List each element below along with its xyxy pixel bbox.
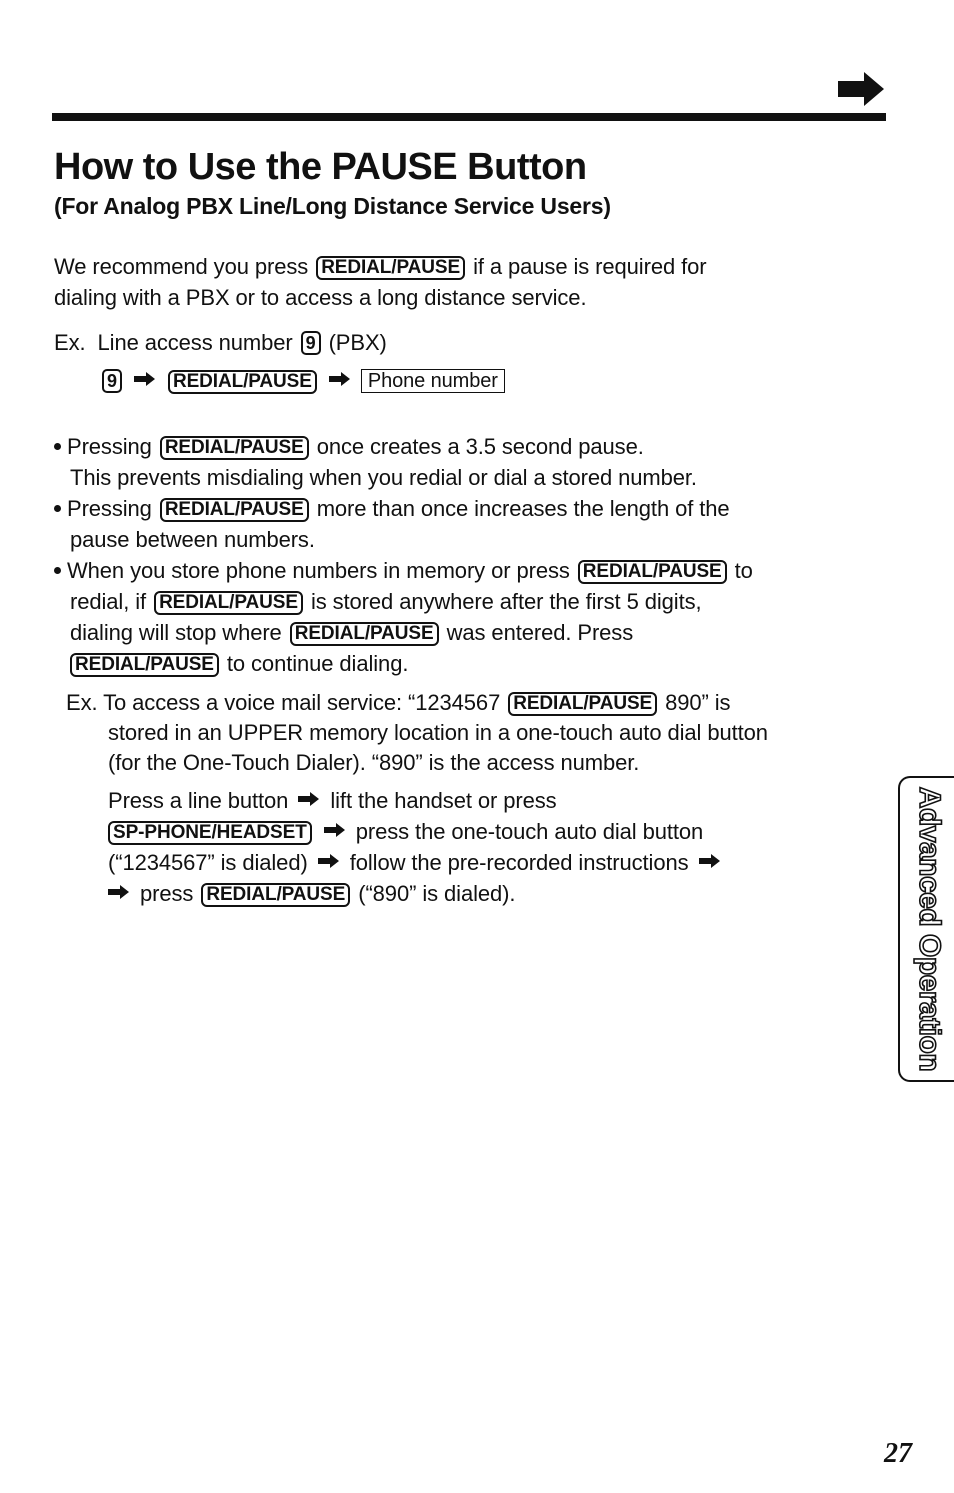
example1-sequence: 9 REDIAL/PAUSE Phone number <box>100 366 505 396</box>
bullet-1-line-1: Pressing REDIAL/PAUSE once creates a 3.5… <box>54 432 644 462</box>
text: (PBX) <box>328 330 387 355</box>
text: is stored anywhere after the first 5 dig… <box>310 589 702 614</box>
text: was entered. Press <box>446 620 634 645</box>
bullet-icon <box>54 505 61 512</box>
text: 890” is <box>665 690 731 715</box>
example2-step-line-2: SP-PHONE/HEADSET press the one-touch aut… <box>108 817 703 847</box>
bullet-1-line-2: This prevents misdialing when you redial… <box>70 465 697 490</box>
header-rule <box>52 113 886 121</box>
redial-pause-key: REDIAL/PAUSE <box>577 560 727 584</box>
text: Pressing <box>67 496 152 521</box>
text: more than once increases the length of t… <box>316 496 730 521</box>
text: When you store phone numbers in memory o… <box>67 558 570 583</box>
text: to continue dialing. <box>226 651 409 676</box>
text: redial, if <box>70 589 147 614</box>
page-subtitle: (For Analog PBX Line/Long Distance Servi… <box>54 193 611 219</box>
text: Pressing <box>67 434 152 459</box>
bullet-icon <box>54 443 61 450</box>
text: dialing will stop where <box>70 620 282 645</box>
section-side-tab-label: Advanced Operation <box>912 786 947 1072</box>
right-arrow-icon <box>298 792 320 806</box>
right-arrow-icon <box>108 885 129 899</box>
text: follow the pre-recorded instructions <box>349 850 689 875</box>
example2-line-3: (for the One-Touch Dialer). “890” is the… <box>108 750 640 775</box>
redial-pause-key: REDIAL/PAUSE <box>201 883 351 907</box>
bullet-3-line-3: dialing will stop where REDIAL/PAUSE was… <box>70 618 633 648</box>
text: lift the handset or press <box>330 788 557 813</box>
example-prefix: Ex. <box>66 690 98 715</box>
bullet-icon <box>54 567 61 574</box>
example2-step-line-4: press REDIAL/PAUSE (“890” is dialed). <box>108 879 515 909</box>
redial-pause-key: REDIAL/PAUSE <box>167 370 317 394</box>
example2-line-2: stored in an UPPER memory location in a … <box>108 720 768 745</box>
intro-line-2: dialing with a PBX or to access a long d… <box>54 285 587 310</box>
redial-pause-key: REDIAL/PAUSE <box>508 692 658 716</box>
right-arrow-icon <box>317 854 339 868</box>
example-prefix: Ex. <box>54 330 86 355</box>
text: (“890” is dialed). <box>358 881 516 906</box>
bullet-3-line-2: redial, if REDIAL/PAUSE is stored anywhe… <box>70 587 702 617</box>
right-arrow-icon <box>133 372 155 386</box>
phone-number-box: Phone number <box>360 369 505 393</box>
right-arrow-icon <box>838 72 884 106</box>
example2-step-line-3: (“1234567” is dialed) follow the pre-rec… <box>108 848 725 878</box>
redial-pause-key: REDIAL/PAUSE <box>154 591 303 615</box>
text: if a pause is required for <box>473 254 707 279</box>
intro-line-1: We recommend you press REDIAL/PAUSE if a… <box>54 252 707 282</box>
right-arrow-icon <box>328 372 350 386</box>
bullet-3-line-1: When you store phone numbers in memory o… <box>54 556 753 586</box>
page-number: 27 <box>884 1438 912 1469</box>
example1-line-1: Ex. Line access number 9 (PBX) <box>54 328 387 358</box>
redial-pause-key: REDIAL/PAUSE <box>70 653 219 677</box>
section-side-tab: Advanced Operation <box>898 776 954 1082</box>
redial-pause-key: REDIAL/PAUSE <box>316 256 466 280</box>
text: Press a line button <box>108 788 289 813</box>
example2-step-line-1: Press a line button lift the handset or … <box>108 786 557 816</box>
bullet-3-line-4: REDIAL/PAUSE to continue dialing. <box>70 649 408 679</box>
sp-phone-headset-key: SP-PHONE/HEADSET <box>108 821 312 845</box>
text: To access a voice mail service: “1234567 <box>103 690 501 715</box>
nine-key: 9 <box>300 331 321 355</box>
redial-pause-key: REDIAL/PAUSE <box>289 622 439 646</box>
example2-line-1: Ex. To access a voice mail service: “123… <box>66 688 731 718</box>
text: (“1234567” is dialed) <box>108 850 308 875</box>
page-title: How to Use the PAUSE Button <box>54 146 587 188</box>
text: once creates a 3.5 second pause. <box>316 434 644 459</box>
text: press the one-touch auto dial button <box>355 819 704 844</box>
text: press <box>140 881 194 906</box>
text: We recommend you press <box>54 254 309 279</box>
bullet-2-line-2: pause between numbers. <box>70 527 315 552</box>
right-arrow-icon <box>323 823 345 837</box>
redial-pause-key: REDIAL/PAUSE <box>159 498 309 522</box>
text: Line access number <box>97 330 293 355</box>
redial-pause-key: REDIAL/PAUSE <box>159 436 309 460</box>
text: to <box>734 558 753 583</box>
right-arrow-icon <box>698 854 720 868</box>
bullet-2-line-1: Pressing REDIAL/PAUSE more than once inc… <box>54 494 730 524</box>
nine-key: 9 <box>102 369 122 393</box>
